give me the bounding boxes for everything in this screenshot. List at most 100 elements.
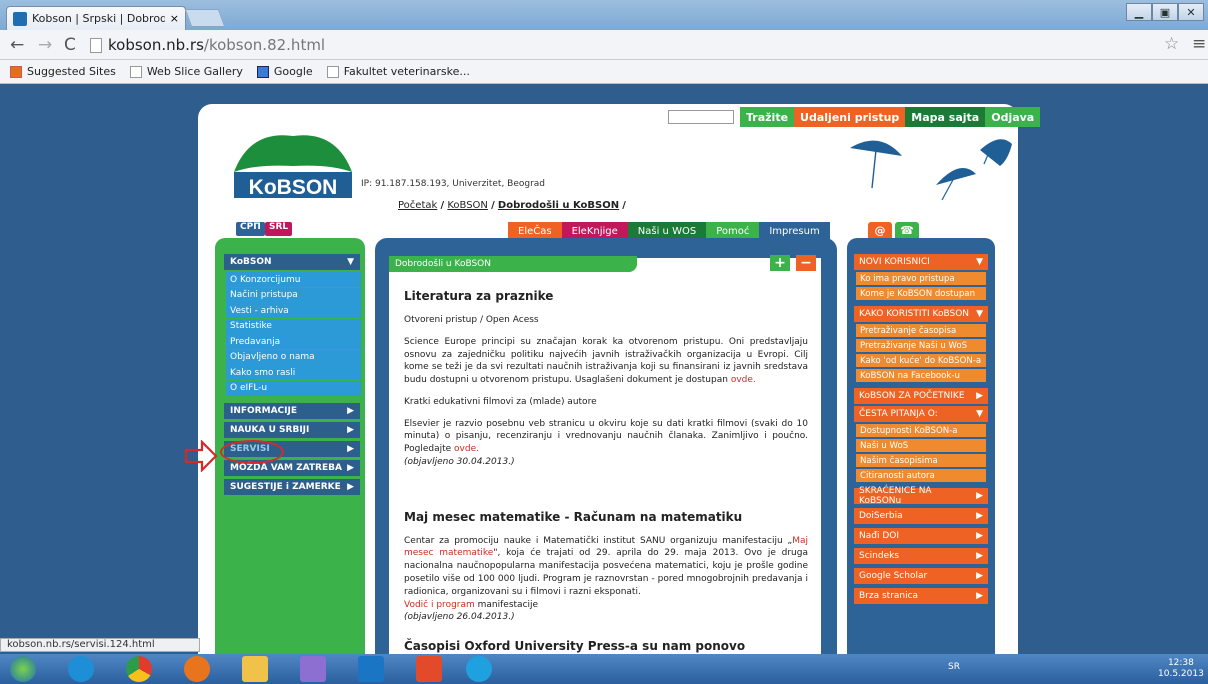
triangle-down-icon: ▼	[347, 257, 354, 267]
sidebar-group-label: SUGESTIJE i ZAMERKE	[230, 482, 341, 492]
menu-icon[interactable]: ≡	[1192, 34, 1206, 54]
lang-latin[interactable]: SRL	[265, 222, 293, 236]
sidebar-item[interactable]: Vesti - arhiva	[226, 303, 361, 318]
right-menu-item[interactable]: Citiranosti autora	[856, 469, 986, 482]
right-menu-item[interactable]: Kome je KoBSON dostupan	[856, 287, 986, 300]
expand-button[interactable]: +	[770, 255, 790, 271]
right-menu-heading[interactable]: KoBSON ZA POČETNIKE ▶	[854, 388, 988, 404]
sidebar-item[interactable]: Kako smo rasli	[226, 365, 361, 380]
skype-icon[interactable]	[466, 656, 492, 682]
bookmark-suggested-sites[interactable]: Suggested Sites	[10, 65, 116, 78]
article-link[interactable]: ovde.	[731, 375, 756, 385]
right-menu-item[interactable]: Ko ima pravo pristupa	[856, 272, 986, 285]
triangle-right-icon: ▶	[347, 482, 354, 492]
article-link[interactable]: ovde.	[454, 444, 479, 454]
breadcrumb-kobson[interactable]: KoBSON	[447, 200, 488, 211]
article-paragraph: Centar za promociju nauke i Matematički …	[404, 535, 808, 599]
clock[interactable]: 12:38 10.5.2013	[1158, 658, 1204, 680]
sidebar-item[interactable]: Predavanja	[226, 334, 361, 349]
right-menu-heading-label: KoBSON ZA POČETNIKE	[859, 391, 965, 401]
right-menu-heading[interactable]: Scindeks ▶	[854, 548, 988, 564]
close-window-icon[interactable]: ✕	[1178, 3, 1204, 21]
forward-arrow-icon[interactable]: →	[38, 35, 52, 55]
search-input[interactable]	[668, 110, 734, 124]
bookmark-fakultet[interactable]: Fakultet veterinarske...	[326, 65, 470, 78]
site-map-link[interactable]: Mapa sajta	[905, 107, 986, 127]
right-menu-heading[interactable]: NOVI KORISNICI ▼	[854, 254, 988, 270]
bookmark-google[interactable]: Google	[256, 65, 313, 78]
right-menu-heading-label: Nađi DOI	[859, 531, 899, 541]
breadcrumb-current: Dobrodošli u KoBSON	[497, 200, 620, 211]
bookmark-icon	[10, 65, 22, 78]
content-tab: Dobrodošli u KoBSON	[389, 256, 637, 272]
right-menu-heading[interactable]: KAKO KORISTITI KoBSON ▼	[854, 306, 988, 322]
search-link[interactable]: Tražite	[740, 107, 795, 127]
minimize-icon[interactable]: ▁	[1126, 3, 1152, 21]
sidebar-item[interactable]: O eIFL-u	[226, 380, 361, 396]
sidebar-item[interactable]: Statistike	[226, 318, 361, 334]
page-icon	[129, 65, 142, 78]
right-menu-item[interactable]: Našim časopisima	[856, 454, 986, 467]
sidebar-group[interactable]: NAUKA U SRBIJI ▶	[224, 422, 360, 438]
right-menu-heading[interactable]: DoiSerbia ▶	[854, 508, 988, 524]
phone-icon[interactable]: ☎	[895, 222, 919, 238]
tray-language[interactable]: SR	[948, 662, 960, 672]
page-icon	[90, 37, 102, 53]
triangle-right-icon: ▶	[347, 425, 354, 435]
sidebar-item[interactable]: Objavljeno o nama	[226, 349, 361, 365]
sidebar-group[interactable]: INFORMACIJE ▶	[224, 403, 360, 419]
chrome-icon[interactable]	[126, 656, 152, 682]
right-menu-heading[interactable]: Brza stranica ▶	[854, 588, 988, 604]
sidebar-group[interactable]: SUGESTIJE i ZAMERKE ▶	[224, 479, 360, 495]
right-menu-item[interactable]: Dostupnosti KoBSON-a	[856, 424, 986, 437]
sidebar-item[interactable]: O Konzorcijumu	[226, 272, 361, 287]
right-menu-item[interactable]: Pretraživanje časopisa	[856, 324, 986, 337]
browser-tab[interactable]: Kobson | Srpski | Dobrodo ×	[6, 6, 186, 30]
article-date: (objavljeno 30.04.2013.)	[404, 456, 515, 467]
breadcrumb: Početak / KoBSON / Dobrodošli u KoBSON /	[398, 200, 626, 211]
collapse-button[interactable]: −	[796, 255, 816, 271]
article-date: (objavljeno 26.04.2013.)	[404, 612, 515, 623]
right-menu-heading[interactable]: Google Scholar ▶	[854, 568, 988, 584]
article-link[interactable]: Vodič i program	[404, 600, 475, 610]
right-menu-item[interactable]: KoBSON na Facebook-u	[856, 369, 986, 382]
site-favicon-icon	[13, 11, 27, 26]
breadcrumb-home[interactable]: Početak	[398, 200, 437, 211]
at-icon[interactable]: @	[868, 222, 892, 238]
triangle-right-icon: ▶	[976, 391, 983, 401]
ie-icon[interactable]	[68, 656, 94, 682]
back-arrow-icon[interactable]: ←	[10, 35, 24, 55]
remote-access-link[interactable]: Udaljeni pristup	[794, 107, 906, 127]
reload-icon[interactable]: C	[64, 35, 76, 55]
lang-cyrillic[interactable]: СРП	[236, 222, 265, 236]
firefox-icon[interactable]	[184, 656, 210, 682]
right-menu-item[interactable]: Naši u WoS	[856, 439, 986, 452]
url-path: /kobson.82.html	[203, 36, 326, 54]
right-menu-heading[interactable]: Nađi DOI ▶	[854, 528, 988, 544]
start-button[interactable]	[10, 656, 36, 682]
kobson-logo[interactable]: KoBSON	[230, 134, 356, 198]
new-tab-button[interactable]	[184, 9, 226, 27]
maximize-icon[interactable]: ▣	[1152, 3, 1178, 21]
triangle-right-icon: ▶	[976, 551, 983, 561]
menu-kobson[interactable]: KoBSON ▼	[224, 254, 360, 270]
folder-icon[interactable]	[242, 656, 268, 682]
address-bar[interactable]: kobson.nb.rs/kobson.82.html	[90, 34, 1150, 56]
umbrellas-illustration	[850, 139, 1012, 201]
right-menu-heading[interactable]: ČESTA PITANJA O: ▼	[854, 406, 988, 422]
triangle-down-icon: ▼	[976, 309, 983, 319]
right-menu-item[interactable]: Kako 'od kuće' do KoBSON-a	[856, 354, 986, 367]
right-menu-item[interactable]: Pretraživanje Naši u WoS	[856, 339, 986, 352]
close-tab-icon[interactable]: ×	[170, 12, 179, 25]
logout-link[interactable]: Odjava	[985, 107, 1041, 127]
outlook-icon[interactable]	[358, 656, 384, 682]
right-menu-heading-label: Google Scholar	[859, 571, 928, 581]
logo-text: KoBSON	[249, 176, 338, 198]
paint-icon[interactable]	[300, 656, 326, 682]
bookmark-star-icon[interactable]: ☆	[1164, 34, 1179, 54]
right-menu-heading[interactable]: SKRAĆENICE NA KoBSONu ▶	[854, 486, 988, 506]
clock-date: 10.5.2013	[1158, 668, 1204, 679]
bookmark-web-slice-gallery[interactable]: Web Slice Gallery	[129, 65, 243, 78]
sidebar-item[interactable]: Načini pristupa	[226, 287, 361, 303]
app-icon[interactable]	[416, 656, 442, 682]
